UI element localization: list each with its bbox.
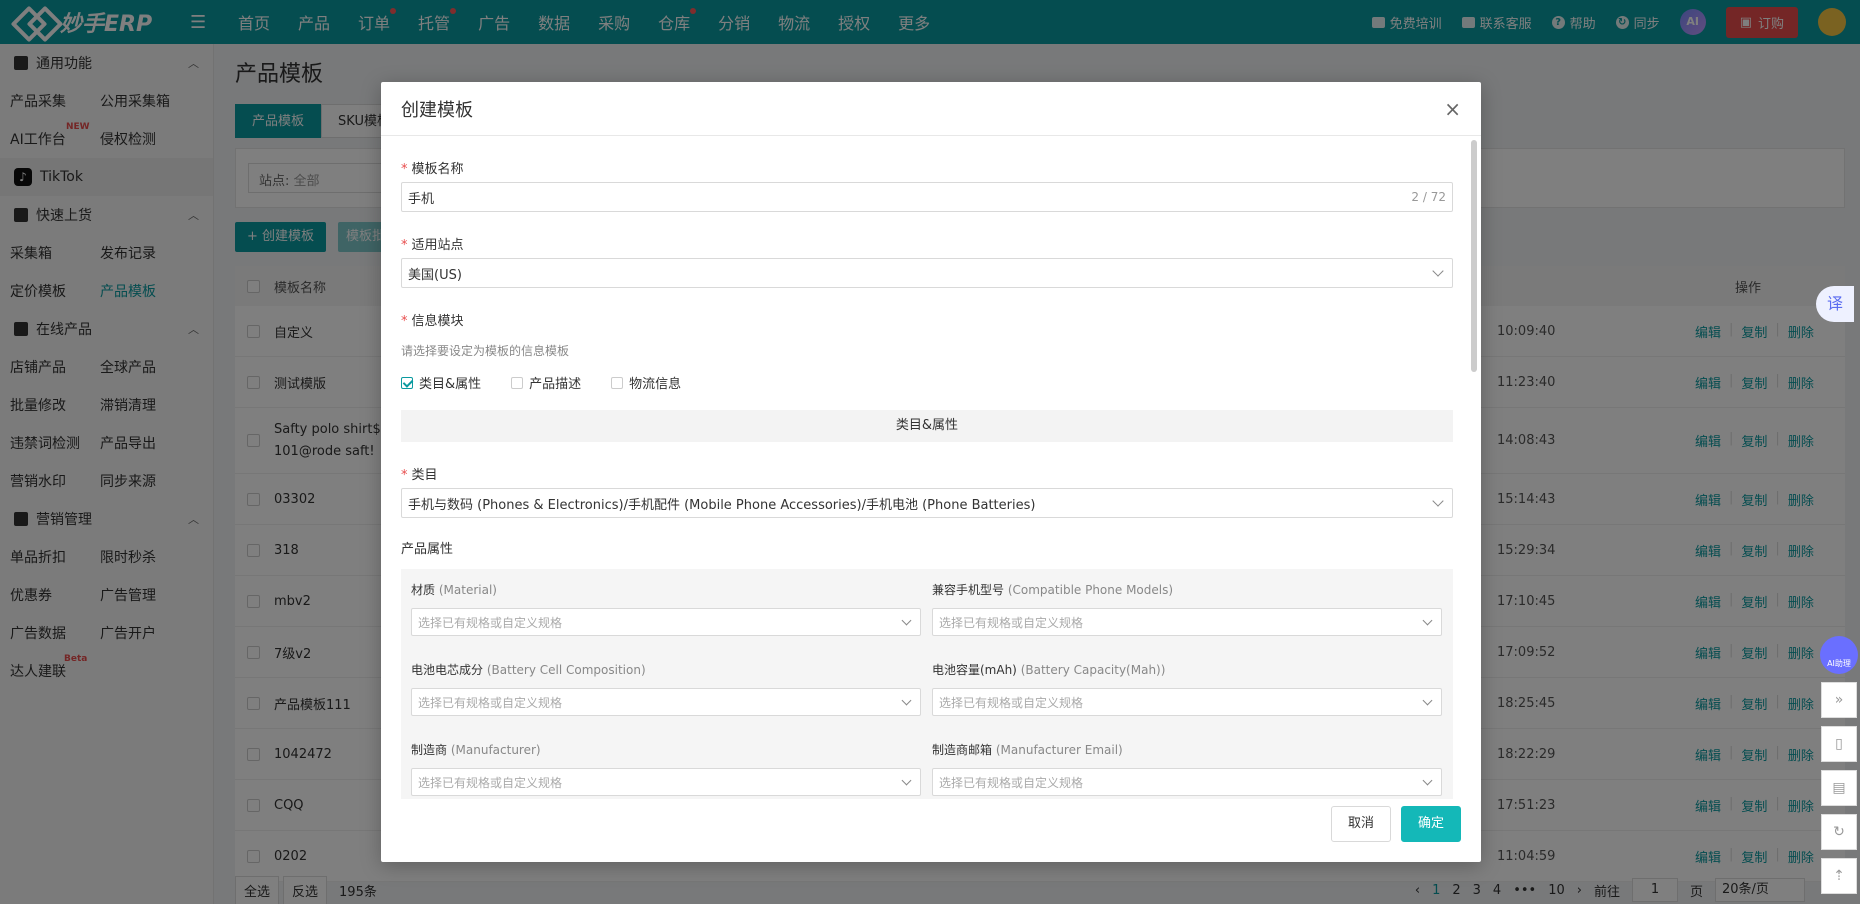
attribute-label: 制造商 (Manufacturer)	[411, 741, 921, 758]
right-tool-stack: AI助理 » ▯ ▤ ↻ ⇡	[1820, 636, 1858, 894]
category-label: * 类目	[401, 468, 438, 483]
attribute-label-cn: 电池容量(mAh)	[932, 663, 1017, 677]
module-label-text: 信息模块	[411, 314, 464, 329]
module-checkbox[interactable]: 类目&属性	[401, 373, 481, 392]
chevron-down-icon	[1422, 695, 1433, 705]
attribute-label: 电池电芯成分 (Battery Cell Composition)	[411, 661, 921, 678]
attribute-placeholder: 选择已有规格或自定义规格	[418, 695, 563, 710]
chevron-down-icon	[901, 775, 912, 785]
module-checkbox[interactable]: 产品描述	[511, 373, 581, 392]
attribute-label-cn: 电池电芯成分	[411, 663, 484, 677]
close-icon[interactable]: ×	[1444, 97, 1461, 121]
char-counter: 2 / 72	[1411, 190, 1446, 204]
translate-button[interactable]: 译	[1816, 286, 1854, 322]
attribute-placeholder: 选择已有规格或自定义规格	[939, 775, 1084, 790]
attribute-label-en: (Battery Cell Composition)	[486, 663, 646, 677]
site-select-value: 美国(US)	[408, 267, 462, 283]
refresh-icon[interactable]: ↻	[1821, 814, 1857, 850]
template-name-label: * 模板名称	[401, 162, 464, 177]
attribute-label-en: (Manufacturer)	[450, 743, 541, 757]
attribute-select[interactable]: 选择已有规格或自定义规格	[932, 608, 1442, 636]
section-header-category: 类目&属性	[401, 410, 1453, 442]
category-select[interactable]: 手机与数码 (Phones & Electronics)/手机配件 (Mobil…	[401, 488, 1453, 518]
dialog-title: 创建模板	[401, 99, 473, 121]
cancel-button[interactable]: 取消	[1330, 806, 1391, 842]
category-select-value: 手机与数码 (Phones & Electronics)/手机配件 (Mobil…	[408, 497, 1036, 513]
attribute-label: 电池容量(mAh) (Battery Capacity(Mah))	[932, 661, 1442, 678]
attribute-label-cn: 兼容手机型号	[932, 583, 1005, 597]
module-hint: 请选择要设定为模板的信息模板	[401, 344, 570, 358]
dialog-header: 创建模板 ×	[381, 82, 1481, 136]
site-select[interactable]: 美国(US)	[401, 258, 1453, 288]
module-checkbox-label: 物流信息	[629, 377, 682, 392]
attribute-label: 兼容手机型号 (Compatible Phone Models)	[932, 581, 1442, 598]
attribute-placeholder: 选择已有规格或自定义规格	[939, 615, 1084, 630]
module-checkbox[interactable]: 物流信息	[611, 373, 681, 392]
create-template-dialog: 创建模板 × * 模板名称 手机 2 / 72 * 适用站点 美国(US) * 信息模…	[381, 82, 1481, 862]
module-checkbox-label: 类目&属性	[419, 377, 482, 392]
ai-assistant-button[interactable]: AI助理	[1820, 636, 1858, 674]
site-label: * 适用站点	[401, 238, 464, 253]
attribute-field: 材质 (Material) 选择已有规格或自定义规格	[411, 579, 921, 659]
chevron-down-icon	[1422, 615, 1433, 625]
right-floating-tools: 译	[1816, 286, 1854, 630]
attribute-label-cn: 材质	[411, 583, 436, 597]
attribute-label-cn: 制造商	[411, 743, 448, 757]
chevron-down-icon	[1432, 265, 1444, 277]
checkbox-icon	[401, 376, 413, 389]
dialog-scrollbar[interactable]	[1471, 140, 1477, 372]
confirm-button[interactable]: 确定	[1400, 806, 1461, 842]
attribute-label: 材质 (Material)	[411, 581, 921, 598]
module-label: * 信息模块	[401, 314, 464, 329]
attribute-panel: 材质 (Material) 选择已有规格或自定义规格 兼容手机型号 (Compati…	[401, 569, 1453, 799]
mobile-icon[interactable]: ▯	[1821, 726, 1857, 762]
chevron-down-icon	[1432, 495, 1444, 507]
template-name-value: 手机	[408, 191, 435, 207]
attribute-select[interactable]: 选择已有规格或自定义规格	[932, 688, 1442, 716]
attribute-label-en: (Material)	[438, 583, 497, 597]
module-checkbox-label: 产品描述	[529, 377, 582, 392]
attribute-label-en: (Battery Capacity(Mah))	[1020, 663, 1166, 677]
chevron-down-icon	[901, 695, 912, 705]
attribute-placeholder: 选择已有规格或自定义规格	[939, 695, 1084, 710]
attribute-field: 兼容手机型号 (Compatible Phone Models) 选择已有规格或自…	[932, 579, 1442, 659]
category-label-text: 类目	[411, 468, 438, 483]
chevron-down-icon	[901, 615, 912, 625]
back-to-top-icon[interactable]: ⇡	[1821, 858, 1857, 894]
expand-icon[interactable]: »	[1821, 682, 1857, 718]
dialog-footer: 取消 确定	[1330, 806, 1461, 842]
attribute-label-en: (Manufacturer Email)	[995, 743, 1123, 757]
attribute-placeholder: 选择已有规格或自定义规格	[418, 615, 563, 630]
checkbox-icon	[611, 376, 624, 389]
attribute-select[interactable]: 选择已有规格或自定义规格	[411, 768, 921, 796]
attribute-field: 电池电芯成分 (Battery Cell Composition) 选择已有规格或…	[411, 659, 921, 739]
attribute-label-cn: 制造商邮箱	[932, 743, 993, 757]
module-checkboxes: 类目&属性 产品描述 物流信息	[401, 373, 1461, 392]
template-name-input[interactable]: 手机 2 / 72	[401, 182, 1453, 212]
document-icon[interactable]: ▤	[1821, 770, 1857, 806]
attribute-placeholder: 选择已有规格或自定义规格	[418, 775, 563, 790]
attribute-label-en: (Compatible Phone Models)	[1007, 583, 1174, 597]
product-attributes-title: 产品属性	[401, 542, 454, 557]
checkbox-icon	[511, 376, 524, 389]
dialog-body: * 模板名称 手机 2 / 72 * 适用站点 美国(US) * 信息模块 请选择要设…	[381, 136, 1481, 806]
attribute-select[interactable]: 选择已有规格或自定义规格	[411, 608, 921, 636]
attribute-field: 电池容量(mAh) (Battery Capacity(Mah)) 选择已有规格或…	[932, 659, 1442, 739]
template-name-label-text: 模板名称	[411, 162, 464, 177]
attribute-field: 制造商 (Manufacturer) 选择已有规格或自定义规格	[411, 739, 921, 806]
attribute-select[interactable]: 选择已有规格或自定义规格	[932, 768, 1442, 796]
chevron-down-icon	[1422, 775, 1433, 785]
site-label-text: 适用站点	[411, 238, 464, 253]
attribute-field: 制造商邮箱 (Manufacturer Email) 选择已有规格或自定义规格	[932, 739, 1442, 806]
attribute-label: 制造商邮箱 (Manufacturer Email)	[932, 741, 1442, 758]
attribute-select[interactable]: 选择已有规格或自定义规格	[411, 688, 921, 716]
